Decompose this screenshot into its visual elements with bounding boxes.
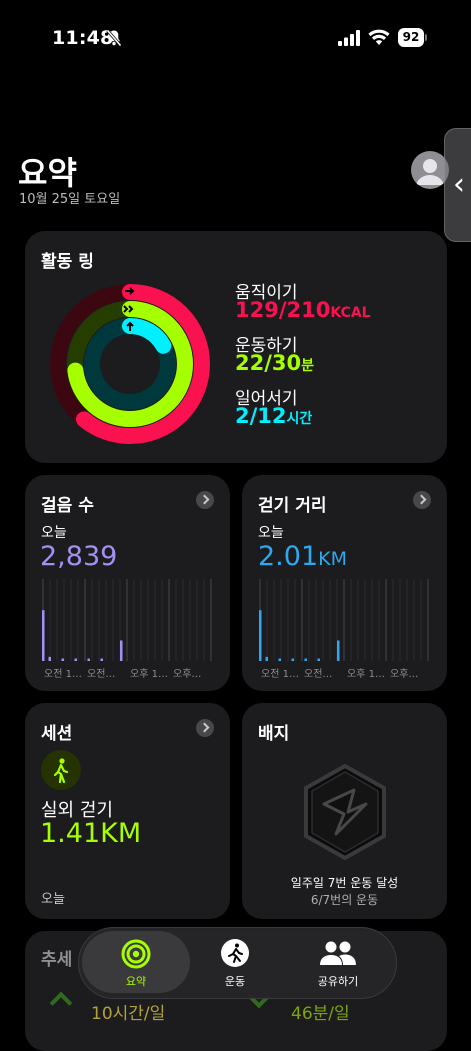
move-value: 129/210 — [235, 298, 331, 322]
chevron-right-icon — [196, 491, 214, 509]
stand-value-row: 2/12시간 — [235, 404, 312, 428]
chart-bar — [265, 656, 268, 661]
chart-bar — [337, 640, 340, 661]
distance-value: 2.01 — [258, 541, 319, 572]
chart-bar — [74, 658, 77, 661]
tick-label: 오후 1… — [347, 669, 385, 680]
chart-bar — [87, 658, 90, 661]
tab-workout-label: 운동 — [224, 975, 246, 988]
side-panel-handle[interactable]: ‹ — [444, 128, 471, 242]
battery-indicator: 92 — [398, 28, 424, 47]
bell-slash-icon — [106, 29, 122, 47]
move-unit: KCAL — [330, 305, 371, 321]
running-icon — [221, 939, 249, 967]
chart-bar — [304, 658, 307, 661]
chevron-right-icon — [196, 719, 214, 737]
session-title: 세션 — [41, 724, 73, 744]
steps-value: 2,839 — [40, 541, 118, 572]
session-value: 1.41KM — [40, 818, 142, 849]
wifi-icon — [368, 29, 390, 45]
tab-summary-label: 요약 — [125, 975, 147, 988]
steps-title: 걸음 수 — [41, 496, 94, 516]
tick-label: 오전 1… — [44, 669, 82, 680]
distance-unit: KM — [318, 548, 347, 570]
tab-summary[interactable]: 요약 — [82, 931, 190, 993]
trends-title: 추세 — [41, 950, 73, 970]
distance-sub: 오늘 — [258, 525, 284, 541]
chart-bar — [278, 658, 281, 661]
trend-up-icon — [49, 991, 73, 1015]
walking-icon — [41, 750, 81, 790]
chevron-right-icon — [413, 491, 431, 509]
chart-bar — [48, 656, 51, 661]
activity-card-title: 활동 링 — [41, 252, 94, 272]
chart-bar — [291, 658, 294, 661]
steps-bar-chart — [42, 579, 212, 661]
stand-unit: 시간 — [286, 411, 313, 427]
tick-label: 오후… — [173, 669, 202, 680]
activity-rings-card[interactable]: 활동 링 움직이기 129/210KCAL 운동하기 22/30분 일어서기 2… — [25, 231, 447, 463]
page-date: 10월 25일 토요일 — [19, 192, 121, 207]
tick-label: 오전 1… — [261, 669, 299, 680]
people-icon — [320, 941, 356, 965]
session-card[interactable]: 세션 실외 걷기 1.41KM 오늘 — [25, 703, 230, 919]
tab-sharing-label: 공유하기 — [317, 975, 359, 988]
tab-sharing[interactable]: 공유하기 — [284, 931, 392, 993]
tick-label: 오전… — [87, 669, 116, 680]
distance-title: 걷기 거리 — [258, 496, 327, 516]
rings-icon — [121, 939, 151, 969]
distance-value-row: 2.01KM — [258, 541, 347, 572]
chart-bar — [259, 610, 262, 661]
hexagon-badge-icon — [304, 764, 386, 860]
distance-bar-chart — [259, 579, 429, 661]
chart-bar — [100, 658, 103, 661]
tick-label: 오전… — [304, 669, 333, 680]
steps-ticks: 오전 1… 오전… 오후 1… 오후… — [41, 665, 213, 680]
walking-distance-card[interactable]: 걷기 거리 오늘 2.01KM 오전 1… 오전… 오후 1… 오후… — [242, 475, 447, 691]
chevron-left-icon: ‹ — [453, 167, 465, 202]
badge-title: 배지 — [258, 724, 290, 744]
move-value-row: 129/210KCAL — [235, 298, 371, 322]
trend-left-value: 10시간/일 — [91, 1004, 166, 1024]
badge-card[interactable]: 배지 일주일 7번 운동 달성 6/7번의 운동 — [242, 703, 447, 919]
trend-right-value: 46분/일 — [291, 1004, 350, 1024]
steps-sub: 오늘 — [41, 525, 67, 541]
exercise-value-row: 22/30분 — [235, 351, 314, 375]
chart-bar — [317, 658, 320, 661]
activity-rings-chart — [50, 284, 210, 444]
chart-bar — [61, 658, 64, 661]
distance-ticks: 오전 1… 오전… 오후 1… 오후… — [258, 665, 430, 680]
exercise-unit: 분 — [301, 358, 315, 374]
chart-bar — [120, 640, 123, 661]
exercise-value: 22/30 — [235, 351, 302, 375]
tick-label: 오후… — [390, 669, 419, 680]
session-footer: 오늘 — [41, 892, 65, 907]
badge-line1: 일주일 7번 운동 달성 — [290, 876, 399, 890]
tab-workout[interactable]: 운동 — [196, 931, 274, 993]
steps-card[interactable]: 걸음 수 오늘 2,839 오전 1… 오전… 오후 1… 오후… — [25, 475, 230, 691]
battery-tip — [425, 34, 427, 41]
status-time: 11:48 — [52, 27, 114, 49]
tick-label: 오후 1… — [130, 669, 168, 680]
cellular-signal-icon — [338, 30, 360, 46]
badge-line2: 6/7번의 운동 — [310, 893, 379, 907]
chart-bar — [42, 610, 45, 661]
stand-value: 2/12 — [235, 404, 287, 428]
